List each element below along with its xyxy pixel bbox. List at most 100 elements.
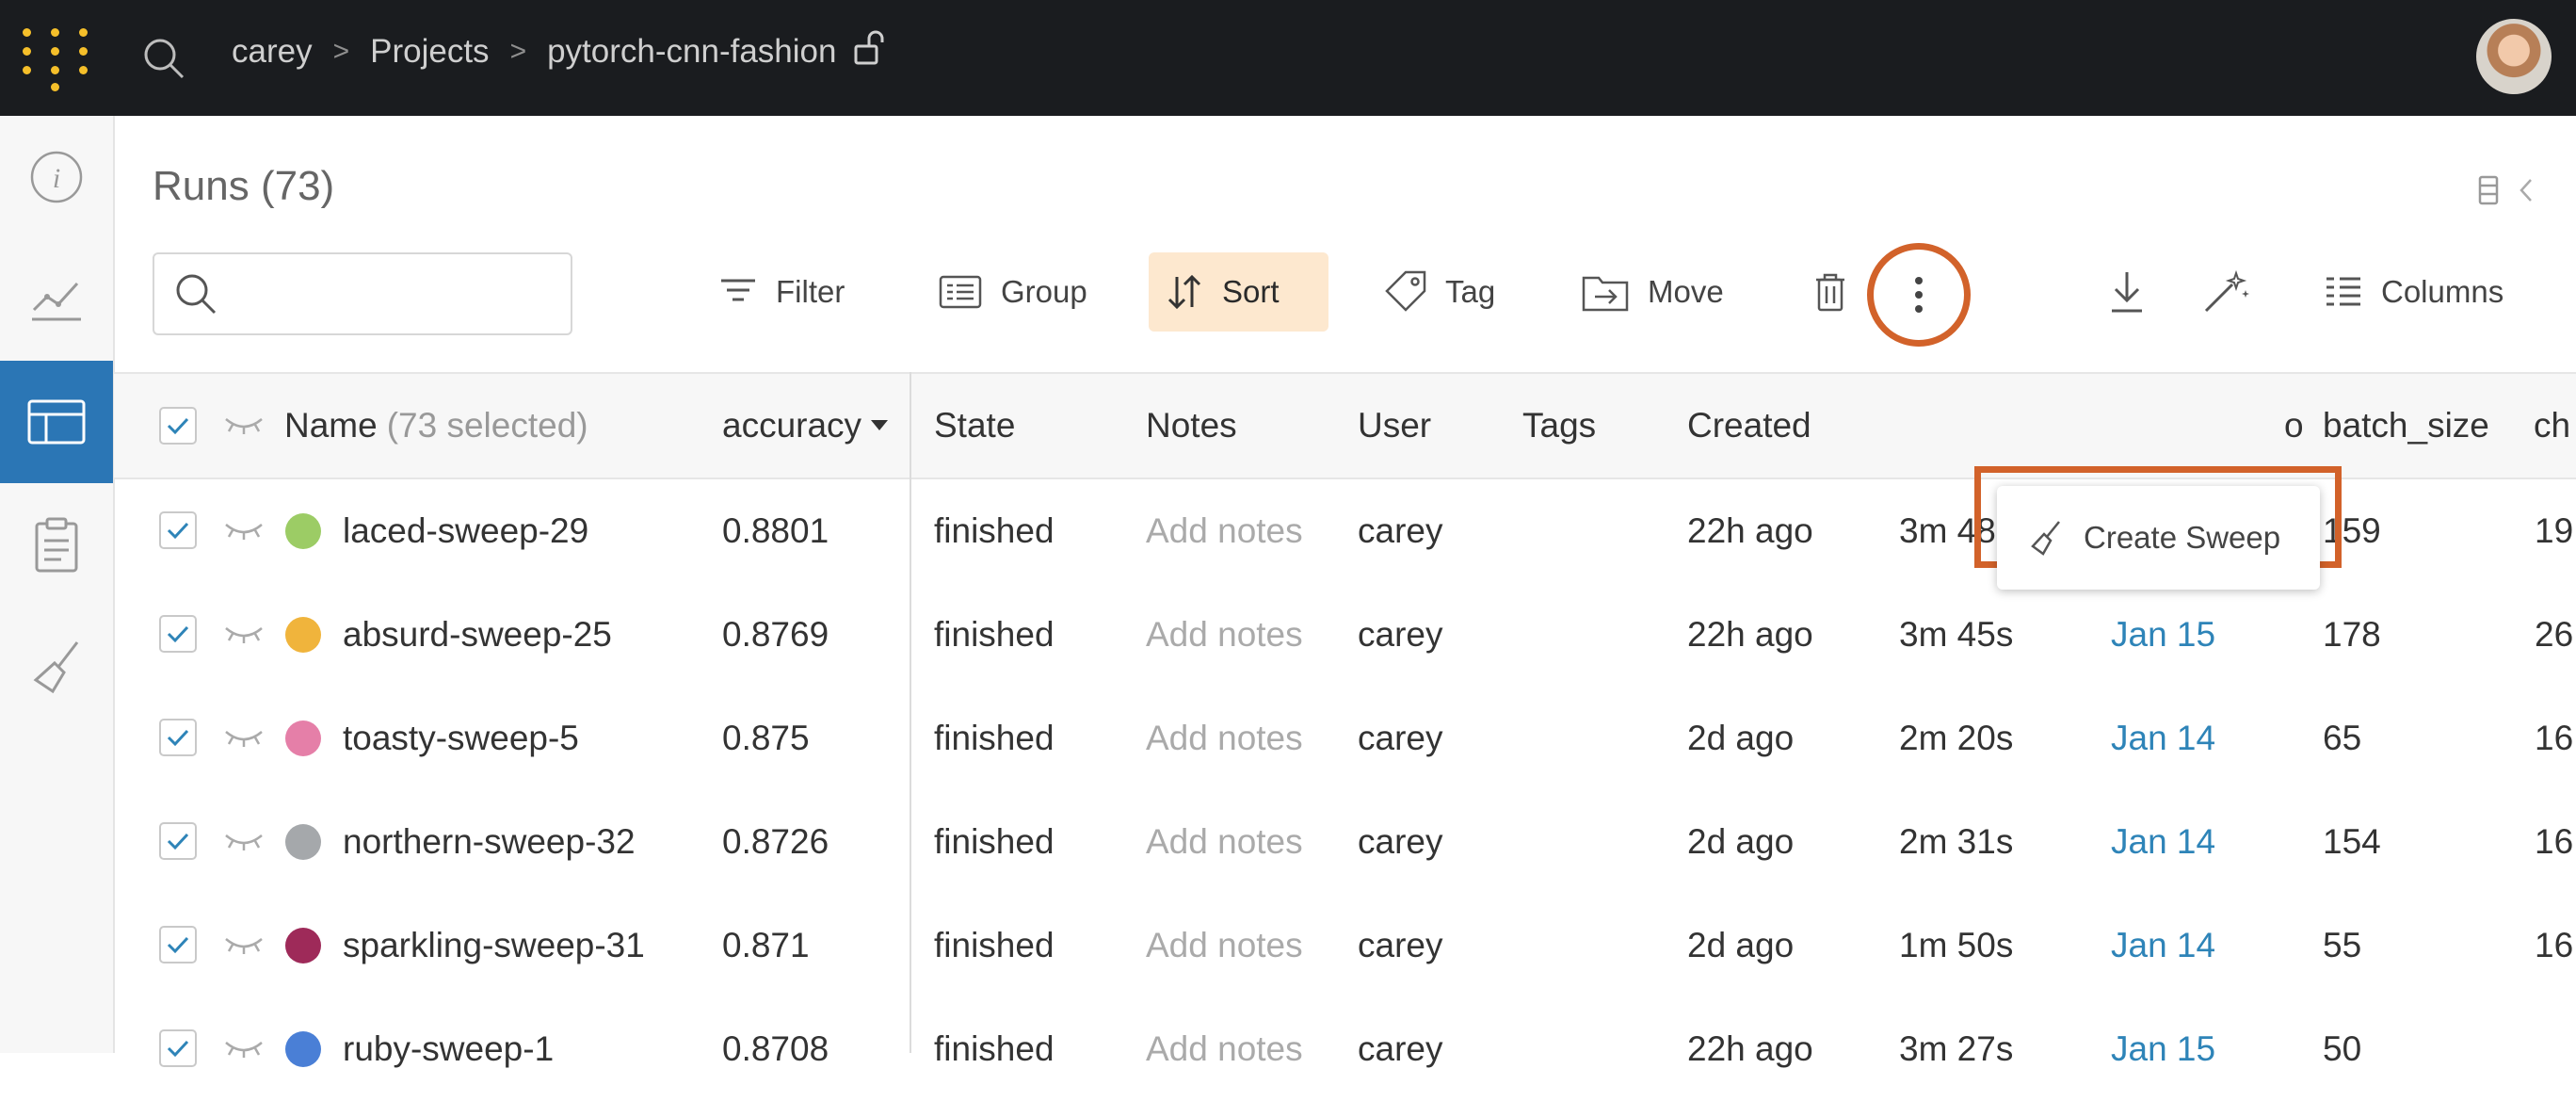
- notes-column-header[interactable]: Notes: [1146, 374, 1237, 478]
- download-button[interactable]: [2091, 252, 2163, 332]
- row-checkbox[interactable]: [159, 1029, 197, 1067]
- created-column-header[interactable]: Created: [1687, 374, 1811, 478]
- run-name[interactable]: sparkling-sweep-31: [343, 894, 645, 997]
- run-color-dot[interactable]: [285, 617, 321, 653]
- notes-cell[interactable]: Add notes: [1146, 894, 1303, 997]
- more-options-button[interactable]: [1867, 243, 1971, 347]
- date-cell[interactable]: Jan 14: [2111, 790, 2215, 894]
- table-row[interactable]: sparkling-sweep-31 0.871 finished Add notes…: [114, 894, 2576, 997]
- select-all-checkbox[interactable]: [159, 407, 197, 445]
- runtime-column-header-partial[interactable]: o: [2284, 374, 2304, 478]
- tag-button[interactable]: Tag: [1366, 252, 1512, 332]
- notes-cell[interactable]: Add notes: [1146, 687, 1303, 790]
- move-button[interactable]: Move: [1565, 252, 1741, 332]
- breadcrumb-project[interactable]: pytorch-cnn-fashion: [547, 33, 836, 71]
- columns-label: Columns: [2381, 274, 2504, 309]
- eye-closed-icon[interactable]: [223, 623, 265, 643]
- state-cell: finished: [934, 822, 1055, 861]
- date-cell[interactable]: Jan 15: [2111, 997, 2215, 1101]
- unlock-icon[interactable]: [851, 29, 889, 75]
- magic-wand-button[interactable]: [2185, 252, 2268, 332]
- sidebar-item-overview[interactable]: i: [0, 116, 113, 238]
- user-cell: carey: [1358, 1029, 1443, 1068]
- eye-closed-icon[interactable]: [223, 1037, 265, 1058]
- notes-cell[interactable]: Add notes: [1146, 997, 1303, 1101]
- run-name[interactable]: ruby-sweep-1: [343, 997, 554, 1101]
- search-input[interactable]: [230, 267, 554, 318]
- run-name[interactable]: absurd-sweep-25: [343, 583, 612, 687]
- partial-column-header[interactable]: ch: [2534, 374, 2570, 478]
- date-cell[interactable]: Jan 14: [2111, 894, 2215, 997]
- user-column-header[interactable]: User: [1358, 374, 1431, 478]
- notes-cell[interactable]: Add notes: [1146, 479, 1303, 583]
- sidebar-item-reports[interactable]: [0, 483, 113, 606]
- batch-size-cell: 154: [2323, 822, 2381, 861]
- user-cell: carey: [1358, 822, 1443, 861]
- name-column-header[interactable]: Name (73 selected): [284, 374, 588, 478]
- columns-button[interactable]: Columns: [2308, 252, 2520, 332]
- run-color-dot[interactable]: [285, 721, 321, 756]
- run-color-dot[interactable]: [285, 1031, 321, 1067]
- group-button[interactable]: Group: [922, 252, 1104, 332]
- row-checkbox[interactable]: [159, 511, 197, 549]
- batch-size-column-header[interactable]: batch_size: [2323, 374, 2489, 478]
- delete-button[interactable]: [1797, 252, 1863, 332]
- table-row[interactable]: toasty-sweep-5 0.875 finished Add notes care…: [114, 687, 2576, 790]
- table-row[interactable]: ruby-sweep-1 0.8708 finished Add notes carey…: [114, 997, 2576, 1101]
- sidebar-item-charts[interactable]: [0, 238, 113, 361]
- move-folder-icon: [1582, 276, 1629, 312]
- date-cell[interactable]: Jan 15: [2111, 583, 2215, 687]
- kebab-menu-icon: [1915, 277, 1923, 313]
- move-label: Move: [1648, 274, 1724, 309]
- breadcrumb-user[interactable]: carey: [232, 33, 313, 71]
- accuracy-header-label: accuracy: [722, 406, 862, 445]
- avatar[interactable]: [2476, 19, 2552, 94]
- partial-cell: 16: [2535, 719, 2574, 757]
- row-checkbox[interactable]: [159, 719, 197, 756]
- wandb-logo[interactable]: [23, 28, 89, 91]
- state-column-header[interactable]: State: [934, 374, 1015, 478]
- eye-closed-icon[interactable]: [223, 830, 265, 850]
- notes-cell[interactable]: Add notes: [1146, 583, 1303, 687]
- broom-icon: [33, 641, 79, 694]
- notes-cell[interactable]: Add notes: [1146, 790, 1303, 894]
- sidebar-item-table[interactable]: [0, 361, 113, 483]
- run-color-dot[interactable]: [285, 824, 321, 860]
- panel-layout-icon[interactable]: [2477, 174, 2500, 206]
- accuracy-column-header[interactable]: accuracy: [722, 374, 889, 478]
- run-name[interactable]: toasty-sweep-5: [343, 687, 579, 790]
- search-icon[interactable]: [141, 36, 186, 86]
- breadcrumb-projects[interactable]: Projects: [370, 33, 489, 71]
- partial-cell: 26: [2535, 615, 2574, 654]
- broom-icon: [2031, 521, 2060, 556]
- check-icon: [167, 936, 189, 954]
- accuracy-cell: 0.8726: [722, 822, 829, 861]
- row-checkbox[interactable]: [159, 822, 197, 860]
- eye-closed-icon[interactable]: [223, 933, 265, 954]
- search-icon: [176, 274, 217, 315]
- tag-label: Tag: [1445, 274, 1496, 309]
- table-row[interactable]: northern-sweep-32 0.8726 finished Add notes…: [114, 790, 2576, 894]
- sidebar-item-sweeps[interactable]: [0, 606, 113, 728]
- tags-column-header[interactable]: Tags: [1522, 374, 1596, 478]
- eye-closed-icon[interactable]: [223, 413, 265, 434]
- eye-closed-icon[interactable]: [223, 726, 265, 747]
- clipboard-icon: [35, 517, 78, 573]
- run-color-dot[interactable]: [285, 513, 321, 549]
- eye-closed-icon[interactable]: [223, 519, 265, 540]
- runtime-cell: 3m 27s: [1899, 1029, 2014, 1068]
- sort-button[interactable]: Sort: [1149, 252, 1328, 332]
- row-checkbox[interactable]: [159, 926, 197, 963]
- collapse-chevron-icon[interactable]: [2517, 176, 2536, 204]
- run-search-box[interactable]: [153, 252, 572, 335]
- filter-icon: [721, 279, 755, 301]
- run-color-dot[interactable]: [285, 928, 321, 963]
- table-row[interactable]: absurd-sweep-25 0.8769 finished Add notes ca…: [114, 583, 2576, 687]
- run-name[interactable]: northern-sweep-32: [343, 790, 636, 894]
- created-cell: 2d ago: [1687, 822, 1795, 861]
- filter-button[interactable]: Filter: [702, 252, 861, 332]
- create-sweep-menu-item[interactable]: Create Sweep: [2084, 520, 2280, 556]
- row-checkbox[interactable]: [159, 615, 197, 653]
- run-name[interactable]: laced-sweep-29: [343, 479, 588, 583]
- date-cell[interactable]: Jan 14: [2111, 687, 2215, 790]
